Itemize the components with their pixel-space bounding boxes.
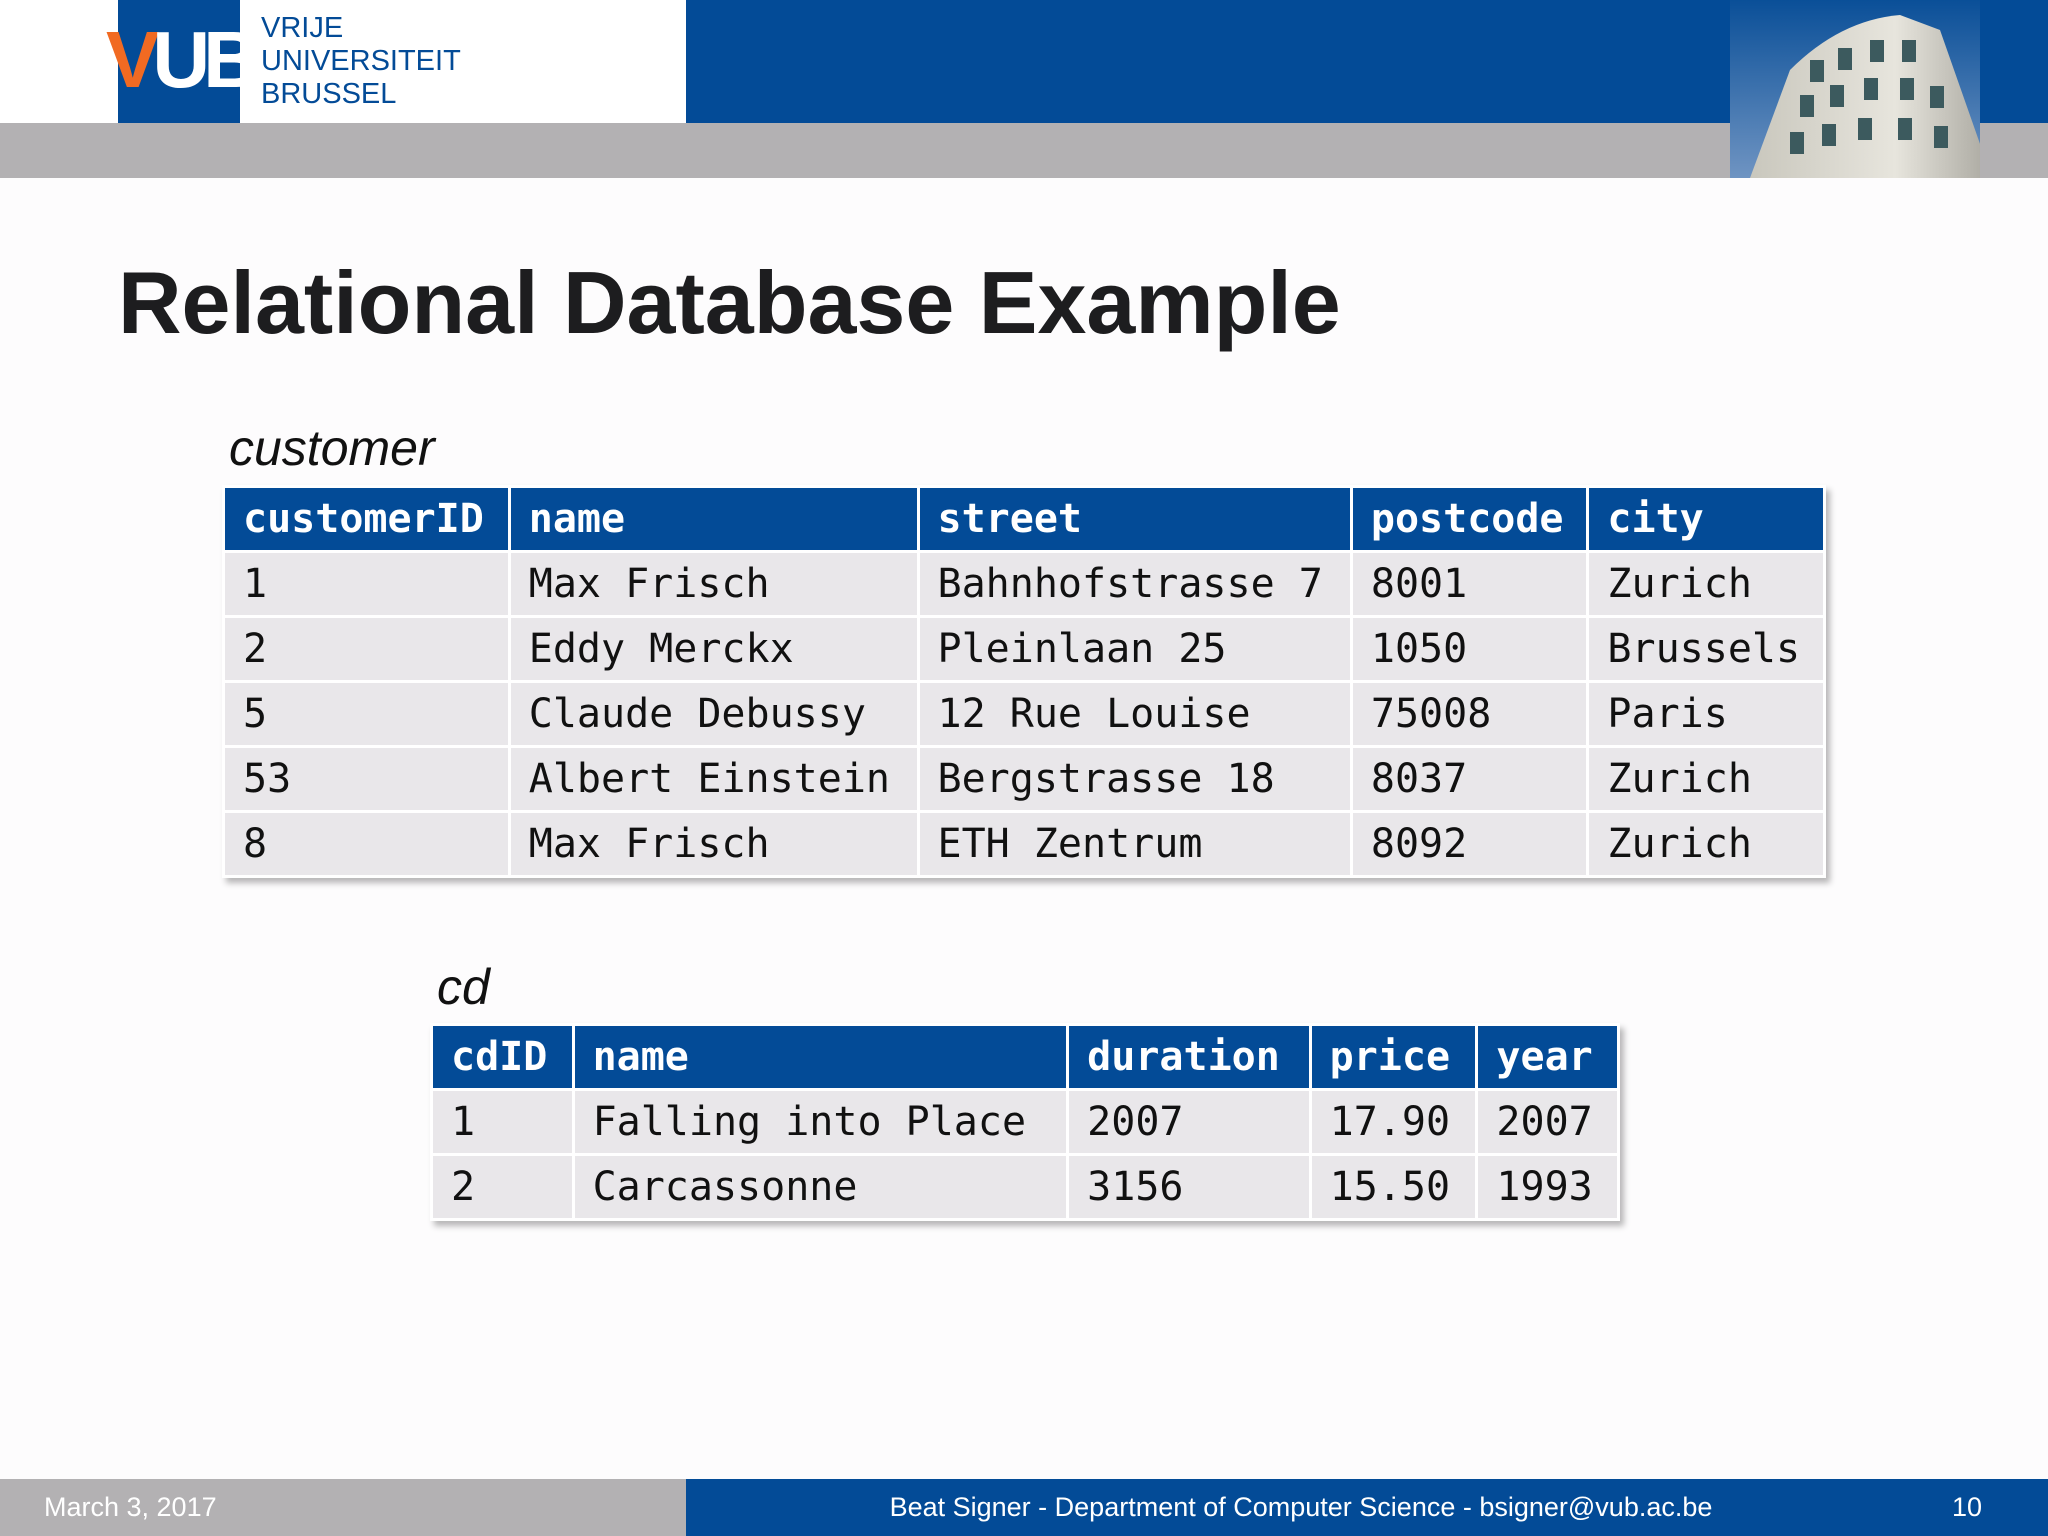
- table-cell: Max Frisch: [510, 553, 917, 615]
- table-cell: 1: [225, 553, 508, 615]
- slide-title: Relational Database Example: [118, 253, 1341, 352]
- table-cell: Carcassonne: [574, 1156, 1067, 1218]
- cd-col-price: price: [1311, 1026, 1476, 1088]
- table-row: 2 Carcassonne 3156 15.50 1993: [433, 1156, 1617, 1218]
- table-cell: Albert Einstein: [510, 748, 917, 810]
- table-cell: 53: [225, 748, 508, 810]
- customer-table: customerID name street postcode city 1 M…: [222, 485, 1826, 878]
- table-cell: 2: [433, 1156, 572, 1218]
- table-cell: Claude Debussy: [510, 683, 917, 745]
- table-cell: 8001: [1352, 553, 1587, 615]
- customer-table-caption: customer: [229, 420, 435, 476]
- cd-col-name: name: [574, 1026, 1067, 1088]
- cd-table: cdID name duration price year 1 Falling …: [430, 1023, 1620, 1221]
- table-cell: 8092: [1352, 813, 1587, 875]
- table-cell: Zurich: [1589, 813, 1823, 875]
- institution-line-2: UNIVERSITEIT: [261, 45, 461, 77]
- building-image: [1730, 0, 1980, 178]
- institution-name: VRIJE UNIVERSITEIT BRUSSEL: [261, 12, 461, 111]
- table-cell: 1: [433, 1091, 572, 1153]
- cd-col-cdid: cdID: [433, 1026, 572, 1088]
- logo-letters-ub: UB: [152, 15, 261, 104]
- cd-col-duration: duration: [1069, 1026, 1309, 1088]
- cd-header-row: cdID name duration price year: [433, 1026, 1617, 1088]
- table-cell: Paris: [1589, 683, 1823, 745]
- customer-col-street: street: [919, 488, 1350, 550]
- table-cell: 5: [225, 683, 508, 745]
- table-cell: Zurich: [1589, 748, 1823, 810]
- table-cell: 2007: [1069, 1091, 1309, 1153]
- institution-line-3: BRUSSEL: [261, 78, 397, 110]
- customer-col-city: city: [1589, 488, 1823, 550]
- table-cell: Eddy Merckx: [510, 618, 917, 680]
- table-cell: Bahnhofstrasse 7: [919, 553, 1350, 615]
- table-cell: 2007: [1478, 1091, 1617, 1153]
- footer-author: Beat Signer - Department of Computer Sci…: [889, 1492, 1713, 1522]
- table-cell: Pleinlaan 25: [919, 618, 1350, 680]
- table-row: 53 Albert Einstein Bergstrasse 18 8037 Z…: [225, 748, 1823, 810]
- table-cell: 12 Rue Louise: [919, 683, 1350, 745]
- table-row: 8 Max Frisch ETH Zentrum 8092 Zurich: [225, 813, 1823, 875]
- table-row: 2 Eddy Merckx Pleinlaan 25 1050 Brussels: [225, 618, 1823, 680]
- table-cell: Bergstrasse 18: [919, 748, 1350, 810]
- customer-col-name: name: [510, 488, 917, 550]
- table-cell: Max Frisch: [510, 813, 917, 875]
- page-number: 10: [1951, 1492, 1982, 1522]
- table-cell: 75008: [1352, 683, 1587, 745]
- customer-header-row: customerID name street postcode city: [225, 488, 1823, 550]
- table-cell: Falling into Place: [574, 1091, 1067, 1153]
- cd-col-year: year: [1478, 1026, 1617, 1088]
- table-cell: 17.90: [1311, 1091, 1476, 1153]
- table-cell: Zurich: [1589, 553, 1823, 615]
- institution-line-1: VRIJE: [261, 12, 344, 44]
- table-row: 1 Falling into Place 2007 17.90 2007: [433, 1091, 1617, 1153]
- table-cell: 15.50: [1311, 1156, 1476, 1218]
- logo-letter-v: V: [106, 15, 159, 104]
- table-cell: 1993: [1478, 1156, 1617, 1218]
- table-cell: ETH Zentrum: [919, 813, 1350, 875]
- table-cell: 3156: [1069, 1156, 1309, 1218]
- cd-table-caption: cd: [437, 959, 490, 1015]
- customer-col-customerid: customerID: [225, 488, 508, 550]
- table-row: 1 Max Frisch Bahnhofstrasse 7 8001 Zuric…: [225, 553, 1823, 615]
- table-cell: 1050: [1352, 618, 1587, 680]
- table-row: 5 Claude Debussy 12 Rue Louise 75008 Par…: [225, 683, 1823, 745]
- table-cell: 8037: [1352, 748, 1587, 810]
- customer-col-postcode: postcode: [1352, 488, 1587, 550]
- table-cell: Brussels: [1589, 618, 1823, 680]
- table-cell: 2: [225, 618, 508, 680]
- table-cell: 8: [225, 813, 508, 875]
- vub-logo: VUB: [106, 20, 261, 100]
- footer-date: March 3, 2017: [44, 1492, 217, 1522]
